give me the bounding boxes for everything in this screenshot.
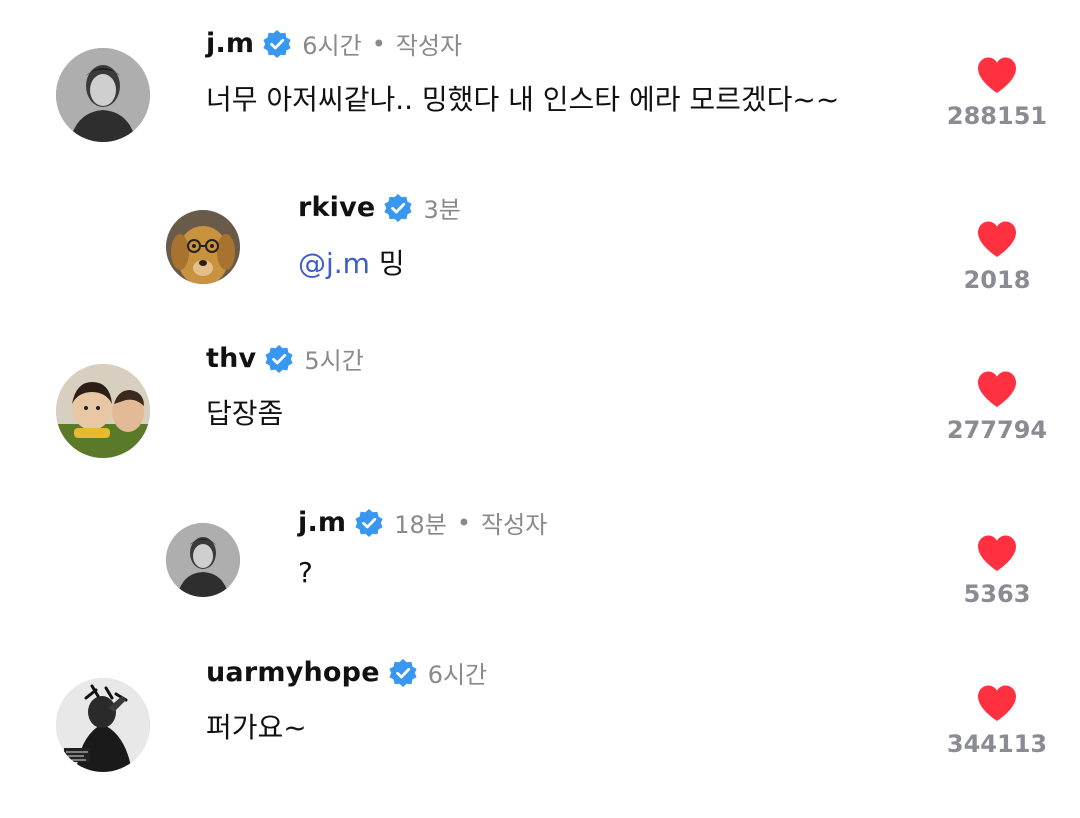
like-button[interactable]: 277794 bbox=[942, 370, 1052, 444]
comment-meta: uarmyhope 6시간 bbox=[206, 655, 487, 690]
comment-text: ? bbox=[298, 556, 313, 589]
verified-badge-icon bbox=[262, 29, 292, 59]
avatar[interactable] bbox=[166, 523, 240, 597]
heart-icon[interactable] bbox=[976, 220, 1018, 258]
grayscale-portrait-avatar bbox=[56, 48, 150, 142]
like-count: 2018 bbox=[963, 266, 1031, 294]
dark-artistic-avatar bbox=[56, 678, 150, 772]
timestamp: 5시간 bbox=[304, 347, 364, 375]
verified-badge-icon bbox=[354, 508, 384, 538]
heart-icon[interactable] bbox=[976, 56, 1018, 94]
reply-text: 밍 bbox=[369, 247, 405, 280]
separator-dot: • bbox=[456, 508, 472, 537]
verified-badge-icon bbox=[388, 658, 418, 688]
grayscale-portrait-avatar bbox=[166, 523, 240, 597]
heart-icon[interactable] bbox=[976, 534, 1018, 572]
username[interactable]: thv bbox=[206, 343, 256, 374]
comment-meta: j.m 6시간 • 작성자 bbox=[206, 26, 462, 61]
comment-text: 너무 아저씨같나.. 밍했다 내 인스타 에라 모르겠다~~ bbox=[206, 83, 840, 116]
comment-text: 답장좀 bbox=[206, 397, 284, 430]
like-button[interactable]: 344113 bbox=[942, 684, 1052, 758]
username[interactable]: j.m bbox=[206, 28, 254, 59]
avatar[interactable] bbox=[166, 210, 240, 284]
like-count: 344113 bbox=[946, 730, 1048, 758]
comment-text: 퍼가요~ bbox=[206, 711, 307, 744]
heart-icon[interactable] bbox=[976, 370, 1018, 408]
dog-with-glasses-avatar bbox=[166, 210, 240, 284]
comment-meta: thv 5시간 bbox=[206, 341, 364, 376]
like-count: 277794 bbox=[946, 416, 1048, 444]
avatar[interactable] bbox=[56, 678, 150, 772]
verified-badge-icon bbox=[383, 193, 413, 223]
like-button[interactable]: 2018 bbox=[942, 220, 1052, 294]
avatar[interactable] bbox=[56, 364, 150, 458]
comment-meta: j.m 18분 • 작성자 bbox=[298, 505, 547, 540]
heart-icon[interactable] bbox=[976, 684, 1018, 722]
like-button[interactable]: 288151 bbox=[942, 56, 1052, 130]
timestamp: 6시간 bbox=[427, 661, 488, 689]
verified-badge-icon bbox=[264, 344, 294, 374]
like-count: 5363 bbox=[963, 580, 1031, 608]
username[interactable]: uarmyhope bbox=[206, 657, 380, 688]
mention-link[interactable]: @j.m bbox=[298, 247, 370, 280]
username[interactable]: rkive bbox=[298, 192, 375, 223]
timestamp: 18분 bbox=[394, 511, 447, 539]
username[interactable]: j.m bbox=[298, 507, 346, 538]
comment-text: @j.m 밍 bbox=[298, 242, 405, 282]
timestamp: 6시간 bbox=[302, 32, 362, 60]
avatar[interactable] bbox=[56, 48, 150, 142]
comment-meta: rkive 3분 bbox=[298, 190, 461, 225]
separator-dot: • bbox=[371, 29, 386, 58]
author-tag: 작성자 bbox=[395, 32, 463, 60]
like-button[interactable]: 5363 bbox=[942, 534, 1052, 608]
like-count: 288151 bbox=[946, 102, 1048, 130]
child-photo-avatar bbox=[56, 364, 150, 458]
author-tag: 작성자 bbox=[481, 511, 548, 539]
timestamp: 3분 bbox=[423, 196, 461, 224]
